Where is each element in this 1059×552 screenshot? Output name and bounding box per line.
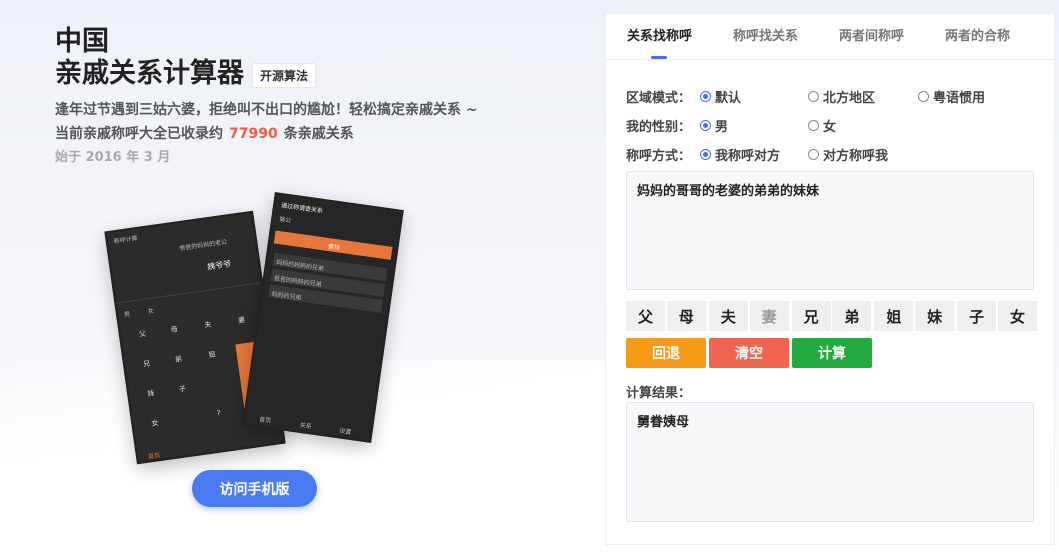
phone-divider — [116, 282, 262, 304]
phone-tab: 首页 — [147, 452, 161, 461]
phone-key: 女 — [151, 418, 160, 428]
phone-top-text: 爸爸的妈妈的老公 — [179, 238, 228, 253]
tab-title-to-relation[interactable]: 称呼找关系 — [712, 14, 818, 59]
radio-label: 北方地区 — [823, 91, 876, 106]
key-father[interactable]: 父 — [626, 301, 665, 331]
radio-label: 男 — [715, 120, 729, 135]
hero-description: 逢年过节遇到三姑六婆，拒绝叫不出口的尴尬！轻松搞定亲戚关系 ~ 当前亲戚称呼大全… — [55, 98, 575, 146]
relation-keypad: 父 母 夫 妻 兄 弟 姐 妹 子 女 — [626, 301, 1039, 331]
action-buttons: 回退 清空 计算 — [626, 338, 872, 368]
radio-icon — [918, 91, 929, 102]
key-son[interactable]: 子 — [957, 301, 997, 331]
hero: 中国 亲戚关系计算器 开源算法 逢年过节遇到三姑六婆，拒绝叫不出口的尴尬！轻松搞… — [55, 26, 575, 170]
phone-search-label: 查找 — [327, 243, 341, 252]
phone-header: 称呼计算 — [113, 235, 139, 246]
key-elder-brother[interactable]: 兄 — [791, 301, 831, 331]
calculator-card: 关系找称呼 称呼找关系 两者间称呼 两者的合称 区域模式： 默认 北方地区 粤语… — [605, 13, 1055, 545]
radio-icon — [700, 91, 711, 102]
tab-mutual-title[interactable]: 两者间称呼 — [818, 14, 924, 59]
relation-count: 77990 — [229, 126, 278, 142]
hero-title-row: 亲戚关系计算器 开源算法 — [55, 58, 575, 90]
phone-gender: 男 — [123, 310, 131, 319]
phone-row-text: 妈妈的兄弟 — [271, 290, 302, 302]
tab-combined-title[interactable]: 两者的合称 — [924, 14, 1030, 59]
result-label: 计算结果： — [626, 386, 692, 401]
phone-key: 姐 — [208, 350, 217, 360]
phone-key: ? — [216, 409, 222, 418]
phone-key: 母 — [170, 325, 179, 335]
key-younger-sister[interactable]: 妹 — [915, 301, 955, 331]
gender-female-radio[interactable]: 女 — [808, 116, 836, 135]
key-wife[interactable]: 妻 — [749, 301, 789, 331]
phone-tab: 关系 — [299, 421, 313, 431]
options-form: 区域模式： 默认 北方地区 粤语惯用 我的性别： 男 女 称呼方式： 我称呼对方… — [626, 82, 1036, 169]
relation-input[interactable]: 妈妈的哥哥的老婆的弟弟的妹妹 — [626, 171, 1034, 290]
hero-title-line1: 中国 — [55, 26, 109, 57]
radio-label: 粤语惯用 — [933, 91, 986, 106]
gender-male-radio[interactable]: 男 — [700, 116, 808, 135]
phone-result: 姨爷爷 — [206, 259, 232, 272]
tab-relation-to-title[interactable]: 关系找称呼 — [606, 14, 712, 59]
hero-since: 始于 2016 年 3 月 — [55, 150, 171, 165]
radio-label: 女 — [823, 120, 837, 135]
region-north-radio[interactable]: 北方地区 — [808, 87, 918, 106]
direction-label: 称呼方式： — [626, 149, 692, 164]
key-husband[interactable]: 夫 — [708, 301, 748, 331]
phone-gender2: 女 — [147, 307, 155, 316]
phone-key: 弟 — [174, 355, 183, 364]
radio-icon — [700, 120, 711, 131]
region-row: 区域模式： 默认 北方地区 粤语惯用 — [626, 82, 1036, 111]
gender-row: 我的性别： 男 女 — [626, 111, 1036, 140]
phone-key: 夫 — [203, 320, 212, 330]
radio-label: 我称呼对方 — [715, 149, 781, 164]
phone-key: 父 — [138, 329, 147, 339]
hero-desc-prefix: 当前亲戚称呼大全已收录约 — [55, 126, 223, 142]
open-source-badge[interactable]: 开源算法 — [252, 62, 317, 88]
direction-row: 称呼方式： 我称呼对方 对方称呼我 — [626, 140, 1036, 169]
radio-label: 对方称呼我 — [823, 149, 889, 164]
radio-icon — [700, 149, 711, 160]
radio-label: 默认 — [715, 91, 742, 106]
direction-they-call-radio[interactable]: 对方称呼我 — [808, 145, 888, 164]
phone-tab: 设置 — [338, 427, 352, 437]
radio-icon — [808, 149, 819, 160]
phone-key: 妻 — [237, 315, 246, 325]
visit-mobile-button[interactable]: 访问手机版 — [192, 470, 317, 507]
phone-key: 妹 — [146, 389, 155, 399]
key-mother[interactable]: 母 — [666, 301, 706, 331]
region-cantonese-radio[interactable]: 粤语惯用 — [918, 87, 985, 106]
phone-header: 通过称谓查关系 — [280, 202, 324, 215]
radio-icon — [808, 91, 819, 102]
mode-tabs: 关系找称呼 称呼找关系 两者间称呼 两者的合称 — [606, 14, 1054, 60]
hero-desc-suffix: 条亲戚关系 — [283, 126, 354, 142]
clear-button[interactable]: 清空 — [709, 338, 789, 368]
back-button[interactable]: 回退 — [626, 338, 706, 368]
direction-i-call-radio[interactable]: 我称呼对方 — [700, 145, 808, 164]
calculate-button[interactable]: 计算 — [792, 338, 872, 368]
key-younger-brother[interactable]: 弟 — [832, 301, 872, 331]
hero-title-line2: 亲戚关系计算器 — [55, 58, 244, 89]
key-elder-sister[interactable]: 姐 — [874, 301, 914, 331]
phone-tab: 首页 — [258, 416, 272, 425]
hero-desc-line1: 逢年过节遇到三姑六婆，拒绝叫不出口的尴尬！轻松搞定亲戚关系 ~ — [55, 102, 478, 118]
region-label: 区域模式： — [626, 91, 692, 106]
phone-key: 子 — [178, 384, 187, 394]
radio-icon — [808, 120, 819, 131]
phone-key: 兄 — [142, 359, 151, 369]
region-default-radio[interactable]: 默认 — [700, 87, 808, 106]
key-daughter[interactable]: 女 — [997, 301, 1037, 331]
phone-input: 舅公 — [278, 215, 292, 225]
gender-label: 我的性别： — [626, 120, 692, 135]
hero-desc-line2: 当前亲戚称呼大全已收录约 77990 条亲戚关系 — [55, 122, 575, 146]
result-output[interactable]: 舅眷姨母 — [626, 402, 1034, 522]
